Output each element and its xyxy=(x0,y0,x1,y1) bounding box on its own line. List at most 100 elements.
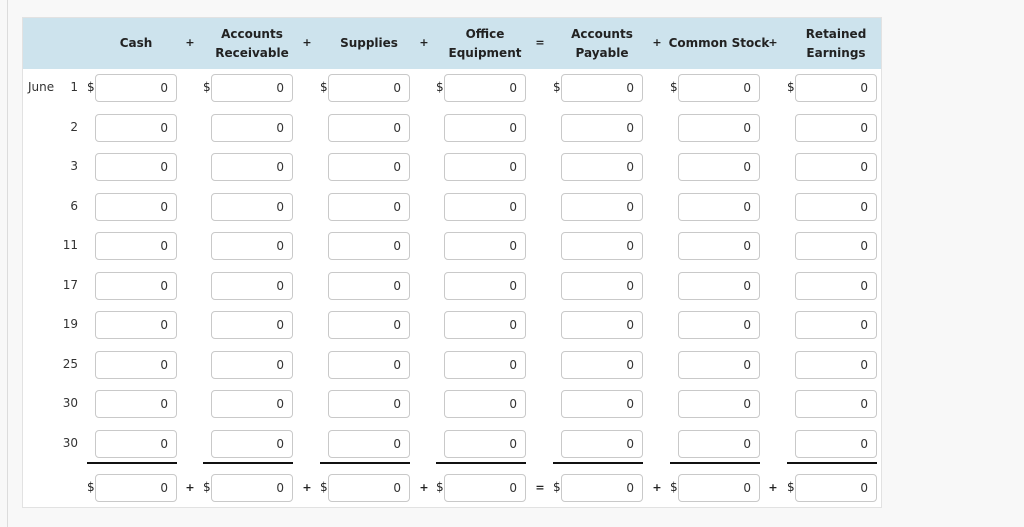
column-header-common-stock: Common Stock xyxy=(668,18,770,69)
amount-input-supplies[interactable] xyxy=(328,193,410,221)
column-header-line: Supplies xyxy=(340,36,398,50)
amount-input-supplies[interactable] xyxy=(328,311,410,339)
amount-input-cash[interactable] xyxy=(95,430,177,458)
row-date: 1 xyxy=(70,80,78,94)
amount-input-accounts-receivable[interactable] xyxy=(211,232,293,260)
amount-input-accounts-payable[interactable] xyxy=(561,232,643,260)
amount-input-accounts-payable[interactable] xyxy=(561,153,643,181)
amount-input-supplies[interactable] xyxy=(328,74,410,102)
amount-input-supplies[interactable] xyxy=(328,430,410,458)
row-date: 30 xyxy=(62,396,78,410)
amount-input-accounts-payable[interactable] xyxy=(561,351,643,379)
amount-input-accounts-payable[interactable] xyxy=(561,272,643,300)
total-underline xyxy=(320,462,410,464)
total-input-supplies[interactable] xyxy=(328,474,410,502)
amount-input-office-equipment[interactable] xyxy=(444,74,526,102)
total-input-accounts-receivable[interactable] xyxy=(211,474,293,502)
amount-input-supplies[interactable] xyxy=(328,114,410,142)
amount-input-cash[interactable] xyxy=(95,272,177,300)
amount-input-common-stock[interactable] xyxy=(678,74,760,102)
header-operator: + xyxy=(419,36,429,49)
amount-input-retained-earnings[interactable] xyxy=(795,232,877,260)
amount-input-accounts-payable[interactable] xyxy=(561,74,643,102)
amount-input-office-equipment[interactable] xyxy=(444,272,526,300)
total-operator: + xyxy=(652,481,662,494)
amount-input-office-equipment[interactable] xyxy=(444,232,526,260)
amount-input-accounts-payable[interactable] xyxy=(561,430,643,458)
amount-input-common-stock[interactable] xyxy=(678,232,760,260)
header-operator: + xyxy=(768,36,778,49)
column-header-label: Office Equipment xyxy=(449,25,522,63)
total-input-cash[interactable] xyxy=(95,474,177,502)
amount-input-accounts-receivable[interactable] xyxy=(211,153,293,181)
amount-input-accounts-payable[interactable] xyxy=(561,390,643,418)
amount-input-common-stock[interactable] xyxy=(678,272,760,300)
amount-input-office-equipment[interactable] xyxy=(444,311,526,339)
amount-input-retained-earnings[interactable] xyxy=(795,311,877,339)
amount-input-cash[interactable] xyxy=(95,351,177,379)
amount-input-common-stock[interactable] xyxy=(678,193,760,221)
amount-input-retained-earnings[interactable] xyxy=(795,193,877,221)
amount-input-accounts-receivable[interactable] xyxy=(211,311,293,339)
amount-input-accounts-payable[interactable] xyxy=(561,311,643,339)
amount-input-common-stock[interactable] xyxy=(678,390,760,418)
currency-symbol: $ xyxy=(320,80,328,94)
amount-input-accounts-receivable[interactable] xyxy=(211,430,293,458)
amount-input-supplies[interactable] xyxy=(328,232,410,260)
amount-input-supplies[interactable] xyxy=(328,272,410,300)
amount-input-supplies[interactable] xyxy=(328,153,410,181)
total-underline xyxy=(553,462,643,464)
amount-input-cash[interactable] xyxy=(95,114,177,142)
total-input-common-stock[interactable] xyxy=(678,474,760,502)
amount-input-accounts-receivable[interactable] xyxy=(211,74,293,102)
amount-input-common-stock[interactable] xyxy=(678,351,760,379)
amount-input-supplies[interactable] xyxy=(328,390,410,418)
amount-input-common-stock[interactable] xyxy=(678,430,760,458)
total-input-office-equipment[interactable] xyxy=(444,474,526,502)
amount-input-office-equipment[interactable] xyxy=(444,153,526,181)
amount-input-cash[interactable] xyxy=(95,390,177,418)
amount-input-accounts-receivable[interactable] xyxy=(211,114,293,142)
amount-input-common-stock[interactable] xyxy=(678,114,760,142)
amount-input-retained-earnings[interactable] xyxy=(795,272,877,300)
amount-input-cash[interactable] xyxy=(95,153,177,181)
amount-input-retained-earnings[interactable] xyxy=(795,74,877,102)
amount-input-accounts-receivable[interactable] xyxy=(211,390,293,418)
amount-input-supplies[interactable] xyxy=(328,351,410,379)
amount-input-retained-earnings[interactable] xyxy=(795,430,877,458)
amount-input-accounts-receivable[interactable] xyxy=(211,193,293,221)
amount-input-retained-earnings[interactable] xyxy=(795,114,877,142)
amount-input-retained-earnings[interactable] xyxy=(795,390,877,418)
column-header-line: Equipment xyxy=(448,45,522,60)
amount-input-office-equipment[interactable] xyxy=(444,114,526,142)
amount-input-accounts-payable[interactable] xyxy=(561,114,643,142)
total-underline xyxy=(203,462,293,464)
column-header-accounts-receivable: Accounts Receivable xyxy=(201,18,303,69)
amount-input-cash[interactable] xyxy=(95,193,177,221)
column-header-line: Accounts xyxy=(571,26,633,41)
column-header-line: Office xyxy=(465,26,505,41)
total-input-accounts-payable[interactable] xyxy=(561,474,643,502)
amount-input-office-equipment[interactable] xyxy=(444,390,526,418)
accounting-equation-table: Cash Accounts Receivable Supplies Office Equi… xyxy=(22,17,882,508)
amount-input-common-stock[interactable] xyxy=(678,311,760,339)
amount-input-retained-earnings[interactable] xyxy=(795,153,877,181)
currency-symbol: $ xyxy=(436,80,444,94)
header-operator: + xyxy=(185,36,195,49)
amount-input-accounts-receivable[interactable] xyxy=(211,351,293,379)
amount-input-accounts-receivable[interactable] xyxy=(211,272,293,300)
total-input-retained-earnings[interactable] xyxy=(795,474,877,502)
row-date: 2 xyxy=(70,120,78,134)
amount-input-retained-earnings[interactable] xyxy=(795,351,877,379)
amount-input-accounts-payable[interactable] xyxy=(561,193,643,221)
amount-input-office-equipment[interactable] xyxy=(444,193,526,221)
amount-input-cash[interactable] xyxy=(95,232,177,260)
amount-input-cash[interactable] xyxy=(95,311,177,339)
currency-symbol: $ xyxy=(203,480,211,494)
column-header-line: Accounts xyxy=(221,26,283,41)
amount-input-cash[interactable] xyxy=(95,74,177,102)
amount-input-office-equipment[interactable] xyxy=(444,430,526,458)
column-header-line: Earnings xyxy=(806,45,866,60)
amount-input-common-stock[interactable] xyxy=(678,153,760,181)
amount-input-office-equipment[interactable] xyxy=(444,351,526,379)
